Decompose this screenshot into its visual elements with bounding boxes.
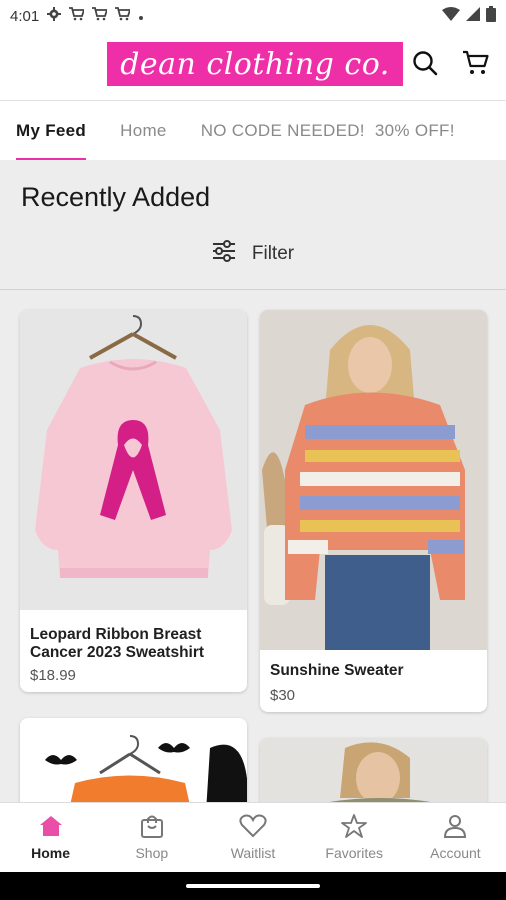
signal-icon	[466, 7, 480, 25]
tab-promo[interactable]: NO CODE NEEDED! 30% OFF!	[200, 101, 455, 160]
nav-home[interactable]: Home	[0, 803, 101, 872]
product-card[interactable]: Sunshine Sweater $30	[260, 310, 487, 712]
tab-label: Home	[120, 120, 167, 140]
product-title: Sunshine Sweater	[270, 662, 404, 679]
product-price: $18.99	[30, 667, 76, 684]
nav-shop[interactable]: Shop	[101, 803, 202, 872]
cart-notification-icon	[92, 7, 109, 25]
product-card[interactable]	[20, 718, 247, 802]
product-card[interactable]: Leopard Ribbon Breast Cancer 2023 Sweats…	[20, 310, 247, 692]
app-header: dean clothing co.	[0, 32, 506, 98]
product-image	[260, 310, 487, 650]
nav-label: Shop	[135, 845, 169, 861]
settings-icon	[47, 7, 62, 25]
product-card[interactable]	[260, 738, 487, 802]
nav-waitlist[interactable]: Waitlist	[202, 803, 303, 872]
divider	[0, 289, 506, 290]
status-bar: 4:01	[0, 0, 506, 32]
filter-label: Filter	[251, 243, 295, 264]
product-price: $30	[270, 687, 296, 704]
cart-notification-icon	[115, 7, 132, 25]
cart-icon	[462, 50, 490, 81]
cart-button[interactable]	[459, 48, 493, 82]
product-image	[260, 738, 487, 802]
tab-label: NO CODE NEEDED! 30% OFF!	[200, 120, 455, 140]
feed-tabs: My Feed Home NO CODE NEEDED! 30% OFF!	[0, 100, 506, 160]
nav-label: Home	[31, 845, 71, 861]
star-icon	[341, 814, 368, 841]
wifi-icon	[442, 7, 460, 25]
search-button[interactable]	[408, 48, 442, 82]
battery-icon	[486, 6, 496, 26]
cart-notification-icon	[69, 7, 86, 25]
tab-label: My Feed	[16, 120, 87, 140]
system-navigation-bar	[0, 872, 506, 900]
dot-icon	[138, 8, 144, 25]
home-icon	[38, 814, 64, 841]
shopping-bag-icon	[139, 814, 165, 841]
bottom-navigation: Home Shop Waitlist Favorites Account	[0, 802, 506, 872]
section-title: Recently Added	[21, 182, 211, 212]
nav-favorites[interactable]: Favorites	[304, 803, 405, 872]
tab-my-feed[interactable]: My Feed	[16, 101, 87, 160]
home-gesture-indicator[interactable]	[186, 884, 320, 888]
account-icon	[442, 814, 468, 841]
filter-button[interactable]: Filter	[0, 234, 506, 274]
heart-icon	[239, 814, 267, 841]
product-image	[20, 310, 247, 610]
status-time: 4:01	[10, 7, 40, 25]
brand-logo[interactable]: dean clothing co.	[107, 42, 403, 86]
product-image	[20, 718, 247, 802]
nav-label: Favorites	[325, 845, 383, 861]
nav-label: Account	[430, 845, 481, 861]
feed-content[interactable]: Recently Added Filter Leopard Ribbon Bre…	[0, 160, 506, 802]
tab-home[interactable]: Home	[120, 101, 167, 160]
filter-sliders-icon	[212, 240, 236, 268]
product-title: Leopard Ribbon Breast Cancer 2023 Sweats…	[30, 626, 205, 661]
nav-account[interactable]: Account	[405, 803, 506, 872]
nav-label: Waitlist	[230, 845, 276, 861]
search-icon	[412, 50, 438, 81]
